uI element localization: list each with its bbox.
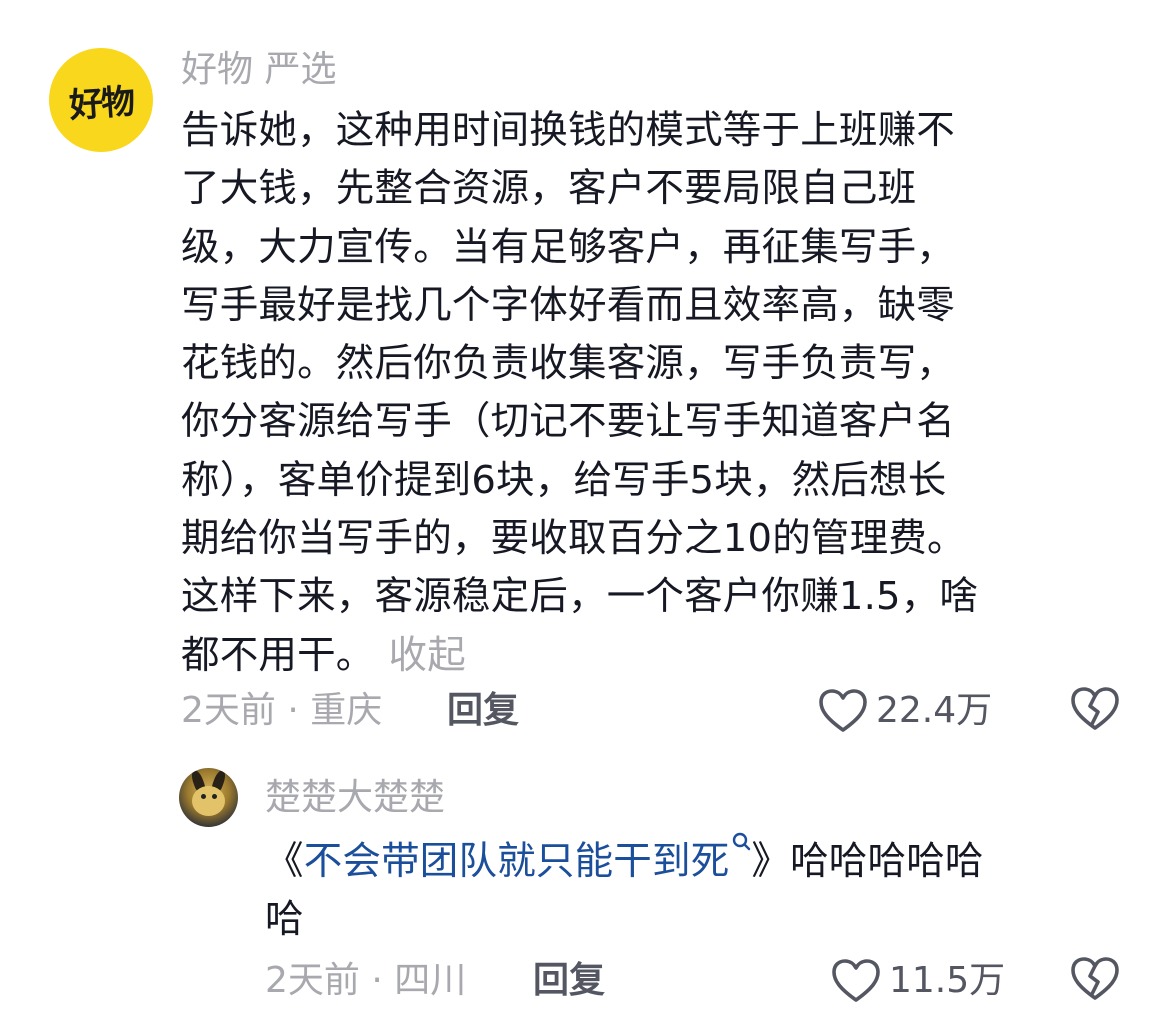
collapse-button[interactable]: 收起: [389, 633, 466, 678]
like-button[interactable]: 22.4万: [818, 686, 992, 736]
comment-line: 告诉她，这种用时间换钱的模式等于上班赚不: [181, 108, 956, 153]
reply-button[interactable]: 回复: [533, 956, 605, 1006]
comment-meta-row: 2天前 · 重庆 回复 22.4万: [0, 686, 1169, 736]
comment-line: 花钱的。然后你负责收集客源，写手负责写，: [181, 341, 956, 387]
reply-button[interactable]: 回复: [447, 686, 519, 736]
reply-item: 楚楚大楚楚 《不会带团队就只能干到死 》哈哈哈哈哈 哈 2天前 · 四川 回复 1…: [0, 760, 1169, 1029]
topic-bracket-open: 《: [265, 839, 304, 884]
comment-line: 你分客源给写手（切记不要让写手知道客户名: [181, 399, 956, 445]
avatar-face: [192, 786, 225, 816]
reply-username[interactable]: 楚楚大楚楚: [265, 780, 445, 816]
avatar-eye: [201, 794, 206, 799]
like-count: 22.4万: [876, 690, 993, 731]
comment-line: 这样下来，客源稳定后，一个客户你赚1.5，啥: [181, 574, 979, 620]
avatar-logo-text: 好物: [67, 81, 135, 126]
comment-line: 称），客单价提到6块，给写手5块，然后想长: [181, 457, 947, 503]
comment-line-text: 都不用干。: [181, 632, 375, 678]
reply-time-location: 2天前 · 四川: [265, 960, 467, 1001]
comment-line-last: 都不用干。 收起: [181, 627, 1131, 685]
comment-line: 期给你当写手的，要收取百分之10的管理费。: [181, 516, 966, 562]
topic-link[interactable]: 不会带团队就只能干到死: [303, 832, 752, 884]
comment-line: 了大钱，先整合资源，客户不要局限自己班: [181, 166, 917, 212]
search-icon: [733, 832, 751, 851]
comment-body: 告诉她，这种用时间换钱的模式等于上班赚不 了大钱，先整合资源，客户不要局限自己班…: [181, 102, 1131, 685]
comment-line: 写手最好是找几个字体好看而且效率高，缺零: [181, 282, 956, 328]
comment-time-location: 2天前 · 重庆: [181, 690, 383, 731]
heart-outline-icon: [832, 959, 880, 1002]
reply-meta-row: 2天前 · 四川 回复 11.5万: [0, 956, 1169, 1006]
avatar[interactable]: 好物: [49, 48, 153, 152]
like-button[interactable]: 11.5万: [831, 956, 1005, 1006]
broken-heart-icon[interactable]: [1070, 956, 1120, 1004]
broken-heart-icon[interactable]: [1070, 686, 1120, 734]
reply-line: 哈: [265, 897, 304, 943]
topic-link-text: 不会带团队就只能干到死: [303, 839, 730, 884]
comment-username[interactable]: 好物 严选: [181, 52, 336, 88]
reply-line: 《不会带团队就只能干到死 》哈哈哈哈哈: [265, 832, 1145, 891]
reply-body: 《不会带团队就只能干到死 》哈哈哈哈哈 哈: [265, 832, 1145, 950]
like-count: 11.5万: [889, 960, 1006, 1001]
avatar-eye: [212, 794, 217, 799]
comment-item: 好物 好物 严选 告诉她，这种用时间换钱的模式等于上班赚不 了大钱，先整合资源，…: [0, 0, 1169, 760]
heart-outline-icon: [819, 689, 867, 732]
comment-line: 级，大力宣传。当有足够客户，再征集写手，: [181, 224, 956, 270]
reply-line-suffix: 》哈哈哈哈哈: [751, 839, 984, 884]
reply-avatar[interactable]: [179, 768, 238, 827]
